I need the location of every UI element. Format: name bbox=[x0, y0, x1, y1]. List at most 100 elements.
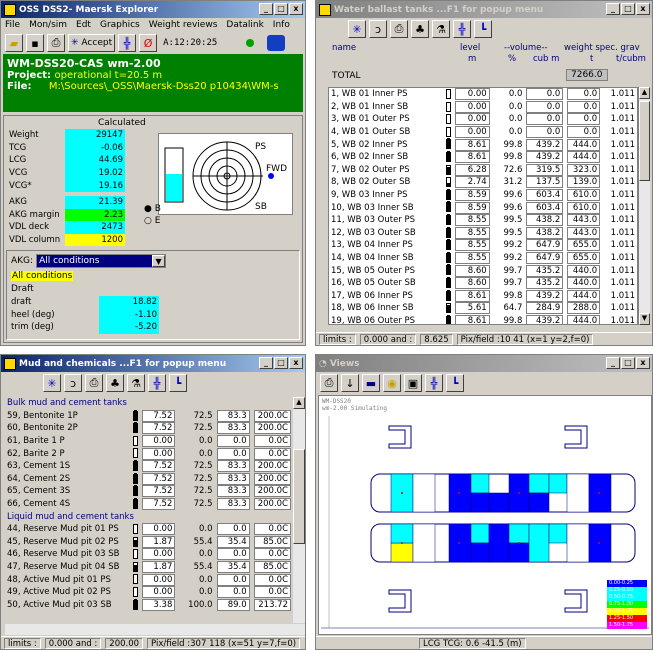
minimize-button[interactable]: _ bbox=[259, 357, 273, 369]
close-button[interactable]: x bbox=[289, 3, 303, 15]
accept-button[interactable]: ✳ Accept bbox=[68, 34, 116, 52]
table-row[interactable]: 10, WB 03 Inner SB 8.59 99.6 603.4 610.0 1.01… bbox=[329, 201, 637, 214]
table-row[interactable]: 59, Bentonite 1P 7.52 72.5 83.3 200.0C bbox=[5, 409, 293, 423]
table-row[interactable]: 13, WB 04 Inner PS 8.55 99.2 647.9 655.0 1.01… bbox=[329, 239, 637, 252]
open-folder-button[interactable]: ▰ bbox=[5, 34, 23, 52]
table-row[interactable]: 12, WB 03 Outer SB 8.55 99.5 438.2 443.0 1.01… bbox=[329, 226, 637, 240]
table-row[interactable]: 17, WB 06 Inner PS 8.61 99.8 439.2 444.0 1.01… bbox=[329, 289, 637, 303]
chevron-down-icon[interactable]: ▼ bbox=[152, 255, 166, 267]
star-button[interactable]: ✳ bbox=[43, 374, 61, 392]
globe-button[interactable]: ◉ bbox=[383, 374, 401, 392]
table-row[interactable]: 6, WB 02 Inner SB 8.61 99.8 439.2 444.0 1.011 bbox=[329, 151, 637, 164]
menu-datalink[interactable]: Datalink bbox=[226, 20, 263, 30]
table-row[interactable]: 4, WB 01 Outer SB 0.00 0.0 0.0 0.0 1.011 bbox=[329, 126, 637, 139]
scroll-up-button[interactable]: ▲ bbox=[639, 87, 650, 99]
close-button[interactable]: x bbox=[289, 357, 303, 369]
print-button[interactable]: ⎙ bbox=[390, 20, 408, 38]
star-button[interactable]: ✳ bbox=[348, 20, 366, 38]
explorer-titlebar[interactable]: OSS DSS2- Maersk Explorer _ □ x bbox=[1, 1, 305, 18]
table-row[interactable]: 46, Reserve Mud pit 03 SB 0.00 0.0 0.0 0.0C bbox=[5, 548, 293, 561]
scroll-thumb[interactable] bbox=[293, 449, 305, 544]
radio-b[interactable]: ● B bbox=[144, 204, 161, 214]
menu-graphics[interactable]: Graphics bbox=[100, 20, 140, 30]
split-button[interactable]: ╬ bbox=[118, 34, 137, 52]
table-row[interactable]: 62, Barite 2 P 0.00 0.0 0.0 0.0C bbox=[5, 447, 293, 460]
graph-button[interactable]: ┗ bbox=[169, 374, 187, 392]
spiral-button[interactable]: ↄ bbox=[64, 374, 82, 392]
print-button[interactable]: ⎙ bbox=[320, 374, 338, 392]
save-button[interactable]: ▪ bbox=[26, 34, 44, 52]
camera-button[interactable]: ▣ bbox=[404, 374, 422, 392]
minimize-button[interactable]: _ bbox=[259, 3, 273, 15]
tank-button[interactable]: ♣ bbox=[106, 374, 124, 392]
chemistry-button[interactable]: ⚗ bbox=[127, 374, 145, 392]
split-button[interactable]: ╬ bbox=[425, 374, 443, 392]
close-button[interactable]: x bbox=[636, 3, 650, 15]
ballast-list[interactable]: 1, WB 01 Inner PS 0.00 0.0 0.0 0.0 1.011 2, WB… bbox=[328, 87, 638, 325]
views-titlebar[interactable]: ◔ Views _ □ x bbox=[316, 355, 652, 372]
table-row[interactable]: 44, Reserve Mud pit 01 PS 0.00 0.0 0.0 0.0C bbox=[5, 523, 293, 536]
table-row[interactable]: 45, Reserve Mud pit 02 PS 1.87 55.4 35.4 85.… bbox=[5, 535, 293, 549]
radio-e[interactable]: ○ E bbox=[144, 216, 160, 226]
close-button[interactable]: x bbox=[636, 357, 650, 369]
table-row[interactable]: 14, WB 04 Inner SB 8.55 99.2 647.9 655.0 1.01… bbox=[329, 251, 637, 265]
table-row[interactable]: 15, WB 05 Outer PS 8.60 99.7 435.2 440.0 1.01… bbox=[329, 264, 637, 277]
graph-button[interactable]: ┗ bbox=[446, 374, 464, 392]
down-arrow-button[interactable]: ↓ bbox=[341, 374, 359, 392]
table-row[interactable]: 65, Cement 3S 7.52 72.5 83.3 200.0C bbox=[5, 485, 293, 498]
maximize-button[interactable]: □ bbox=[274, 3, 288, 15]
table-row[interactable]: 7, WB 02 Outer PS 6.28 72.6 319.5 323.0 1.011 bbox=[329, 163, 637, 177]
menu-info[interactable]: Info bbox=[273, 20, 290, 30]
maximize-button[interactable]: □ bbox=[274, 357, 288, 369]
ballast-titlebar[interactable]: Water ballast tanks ...F1 for popup menu… bbox=[316, 1, 652, 18]
table-row[interactable]: 2, WB 01 Inner SB 0.00 0.0 0.0 0.0 1.011 bbox=[329, 100, 637, 114]
table-row[interactable]: 50, Active Mud pit 03 SB 3.38 100.0 89.0 213… bbox=[5, 598, 293, 612]
tank-button[interactable]: ♣ bbox=[411, 20, 429, 38]
table-row[interactable]: 18, WB 06 Inner SB 5.61 64.7 284.9 288.0 1.01… bbox=[329, 302, 637, 315]
table-row[interactable]: 9, WB 03 Inner PS 8.59 99.6 603.4 610.0 1.011 bbox=[329, 188, 637, 202]
table-row[interactable]: 47, Reserve Mud pit 04 SB 1.87 55.4 35.4 85.… bbox=[5, 561, 293, 574]
mud-titlebar[interactable]: Mud and chemicals ...F1 for popup menu _… bbox=[1, 355, 305, 372]
mud-hscrollbar[interactable] bbox=[5, 624, 305, 635]
print-button[interactable]: ⎙ bbox=[47, 34, 65, 52]
graph-button[interactable]: ┗ bbox=[474, 20, 492, 38]
scroll-down-button[interactable]: ▼ bbox=[639, 313, 650, 325]
minimize-button[interactable]: _ bbox=[606, 3, 620, 15]
table-row[interactable]: 19, WB 06 Outer PS 8.61 99.8 439.2 444.0 1.01… bbox=[329, 314, 637, 324]
table-row[interactable]: 8, WB 02 Outer SB 2.74 31.2 137.5 139.0 1.011 bbox=[329, 176, 637, 189]
weight-cell: 0.0 bbox=[567, 113, 601, 126]
table-row[interactable]: 64, Cement 2S 7.52 72.5 83.3 200.0C bbox=[5, 472, 293, 486]
menu-edt[interactable]: Edt bbox=[76, 20, 91, 30]
print-button[interactable]: ⎙ bbox=[85, 374, 103, 392]
mud-list[interactable]: Bulk mud and cement tanks 59, Bentonite 1… bbox=[5, 397, 293, 623]
scroll-up-button[interactable]: ▲ bbox=[293, 397, 305, 409]
table-row[interactable]: 16, WB 05 Outer SB 8.60 99.7 435.2 440.0 1.01… bbox=[329, 276, 637, 290]
menu-mon-sim[interactable]: Mon/sim bbox=[29, 20, 67, 30]
split-button[interactable]: ╬ bbox=[148, 374, 166, 392]
minimize-button[interactable]: _ bbox=[606, 357, 620, 369]
table-row[interactable]: 61, Barite 1 P 0.00 0.0 0.0 0.0C bbox=[5, 435, 293, 448]
chemistry-button[interactable]: ⚗ bbox=[432, 20, 450, 38]
table-row[interactable]: 60, Bentonite 2P 7.52 72.5 83.3 200.0C bbox=[5, 422, 293, 435]
table-row[interactable]: 5, WB 02 Inner PS 8.61 99.8 439.2 444.0 1.011 bbox=[329, 138, 637, 151]
table-row[interactable]: 1, WB 01 Inner PS 0.00 0.0 0.0 0.0 1.011 bbox=[329, 88, 637, 101]
split-button[interactable]: ╬ bbox=[453, 20, 471, 38]
spiral-button[interactable]: ↄ bbox=[369, 20, 387, 38]
table-row[interactable]: 63, Cement 1S 7.52 72.5 83.3 200.0C bbox=[5, 460, 293, 473]
table-row[interactable]: 49, Active Mud pit 02 PS 0.00 0.0 0.0 0.0C bbox=[5, 586, 293, 599]
plan-view[interactable]: WM-DSS20 wm-2.00 Simulating 0.00-0.25 0.… bbox=[318, 395, 652, 635]
maximize-button[interactable]: □ bbox=[621, 3, 635, 15]
table-row[interactable]: 3, WB 01 Outer PS 0.00 0.0 0.0 0.0 1.011 bbox=[329, 113, 637, 126]
table-row[interactable]: 66, Cement 4S 7.52 72.5 83.3 200.0C bbox=[5, 497, 293, 511]
ballast-scrollbar[interactable]: ▲ ▼ bbox=[638, 87, 650, 325]
table-row[interactable]: 11, WB 03 Outer PS 8.55 99.5 438.2 443.0 1.01… bbox=[329, 213, 637, 227]
menu-file[interactable]: File bbox=[5, 20, 20, 30]
mud-scrollbar[interactable]: ▲ bbox=[293, 397, 305, 623]
table-row[interactable]: 48, Active Mud pit 01 PS 0.00 0.0 0.0 0.0C bbox=[5, 573, 293, 586]
maximize-button[interactable]: □ bbox=[621, 357, 635, 369]
akg-select[interactable]: All conditions ▼ bbox=[36, 254, 167, 268]
window-button[interactable]: ▬ bbox=[362, 374, 380, 392]
scroll-thumb[interactable] bbox=[639, 101, 650, 181]
cancel-button[interactable]: Ø bbox=[139, 34, 158, 52]
menu-weight-reviews[interactable]: Weight reviews bbox=[149, 20, 218, 30]
